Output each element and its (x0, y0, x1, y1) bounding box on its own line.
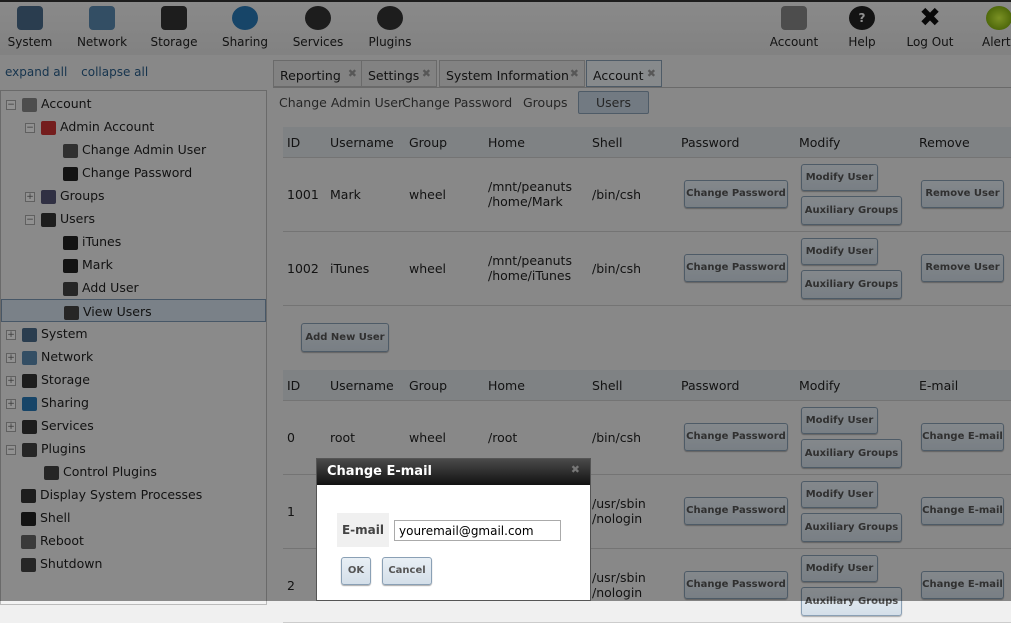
email-input[interactable] (394, 520, 561, 541)
close-icon[interactable]: ✖ (571, 463, 580, 476)
email-label: E-mail (337, 513, 389, 547)
dialog-header: Change E-mail ✖ (317, 459, 590, 485)
cancel-button[interactable]: Cancel (382, 557, 432, 585)
ok-button[interactable]: OK (341, 557, 371, 585)
change-email-dialog: Change E-mail✖ E-mail OK Cancel (316, 458, 591, 601)
